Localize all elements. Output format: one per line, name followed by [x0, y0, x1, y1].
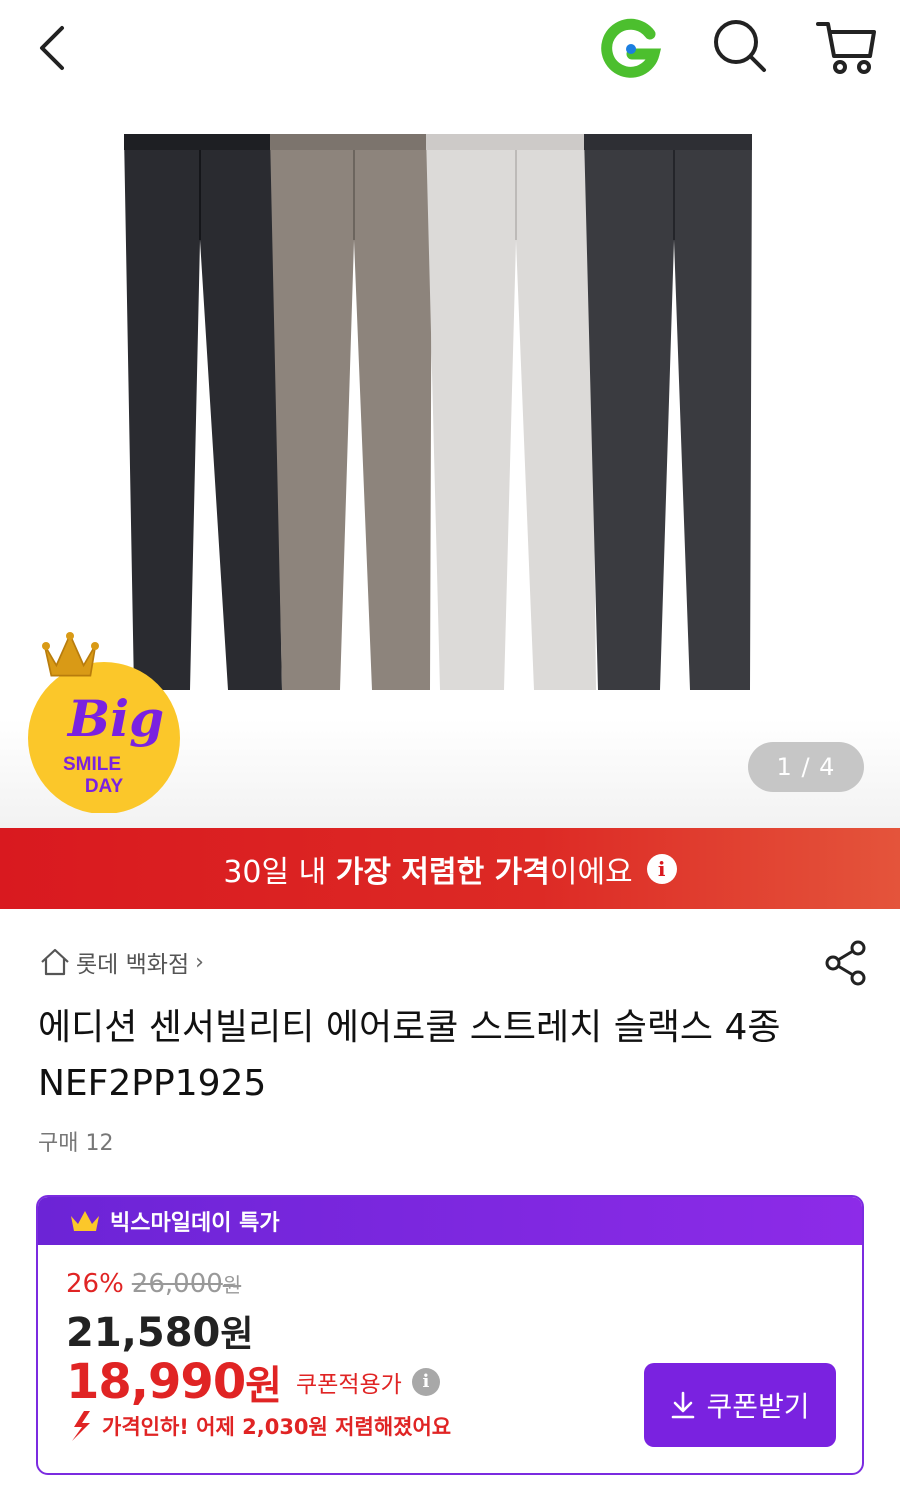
coupon-price-unit: 원	[245, 1363, 283, 1409]
deal-header-text: 빅스마일데이 특가	[110, 1211, 280, 1236]
deal-box: 빅스마일데이 특가 26% 26,000 원 21,580원 18,990 원 쿠…	[36, 1195, 864, 1475]
sale-price: 21,580	[66, 1310, 221, 1356]
search-icon[interactable]	[708, 14, 772, 78]
discount-row: 26% 26,000 원	[66, 1269, 241, 1299]
price-drop-notice: 가격인하! 어제 2,030원 저렴해졌어요	[66, 1409, 451, 1443]
chevron-right-icon: ›	[195, 949, 204, 975]
cart-icon[interactable]	[812, 14, 880, 78]
big-smile-day-badge: Big SMILE DAY	[24, 628, 194, 813]
product-title: 에디션 센서빌리티 에어로쿨 스트레치 슬랙스 4종 NEF2PP1925	[38, 1007, 781, 1104]
download-icon	[672, 1391, 695, 1419]
lowest-price-banner[interactable]: 30일 내 가장 저렴한 가격 이에요 i	[0, 828, 900, 909]
price-down-arrow-icon	[72, 1411, 90, 1441]
top-bar	[0, 0, 900, 100]
coupon-price-row: 18,990 원 쿠폰적용가 i	[66, 1353, 440, 1411]
info-icon[interactable]: i	[646, 853, 677, 884]
info-icon[interactable]: i	[411, 1368, 440, 1396]
sale-price-row: 21,580원	[66, 1305, 253, 1357]
banner-text-pre: 30일 내	[223, 854, 336, 890]
product-image-carousel[interactable]: Big SMILE DAY 1 / 4	[0, 100, 900, 828]
crown-icon	[71, 1211, 99, 1231]
coupon-price: 18,990	[66, 1354, 246, 1410]
banner-text-post: 이에요	[549, 854, 633, 890]
discount-percent: 26%	[66, 1269, 124, 1299]
original-price: 26,000	[131, 1269, 223, 1299]
coupon-price-label: 쿠폰적용가	[296, 1372, 402, 1398]
g-logo-icon[interactable]	[598, 16, 664, 82]
original-price-unit: 원	[222, 1273, 242, 1297]
get-coupon-button[interactable]: 쿠폰받기	[644, 1363, 836, 1447]
get-coupon-label: 쿠폰받기	[706, 1390, 810, 1423]
banner-text-bold: 가장 저렴한 가격	[335, 854, 550, 890]
store-link[interactable]: 롯데 백화점 ›	[38, 944, 204, 980]
badge-smile-text: SMILE	[63, 754, 121, 775]
home-icon	[41, 948, 69, 976]
share-icon[interactable]	[824, 940, 868, 986]
image-pager: 1 / 4	[748, 742, 864, 792]
sale-price-unit: 원	[220, 1314, 254, 1355]
badge-day-text: DAY	[85, 776, 124, 797]
chevron-left-icon[interactable]	[30, 20, 80, 76]
badge-big-text: Big	[66, 689, 164, 748]
price-drop-text: 가격인하! 어제 2,030원 저렴해졌어요	[102, 1415, 452, 1439]
store-name: 롯데 백화점	[76, 952, 190, 978]
deal-header: 빅스마일데이 특가	[38, 1197, 862, 1245]
purchase-count: 구매 12	[38, 1131, 114, 1156]
